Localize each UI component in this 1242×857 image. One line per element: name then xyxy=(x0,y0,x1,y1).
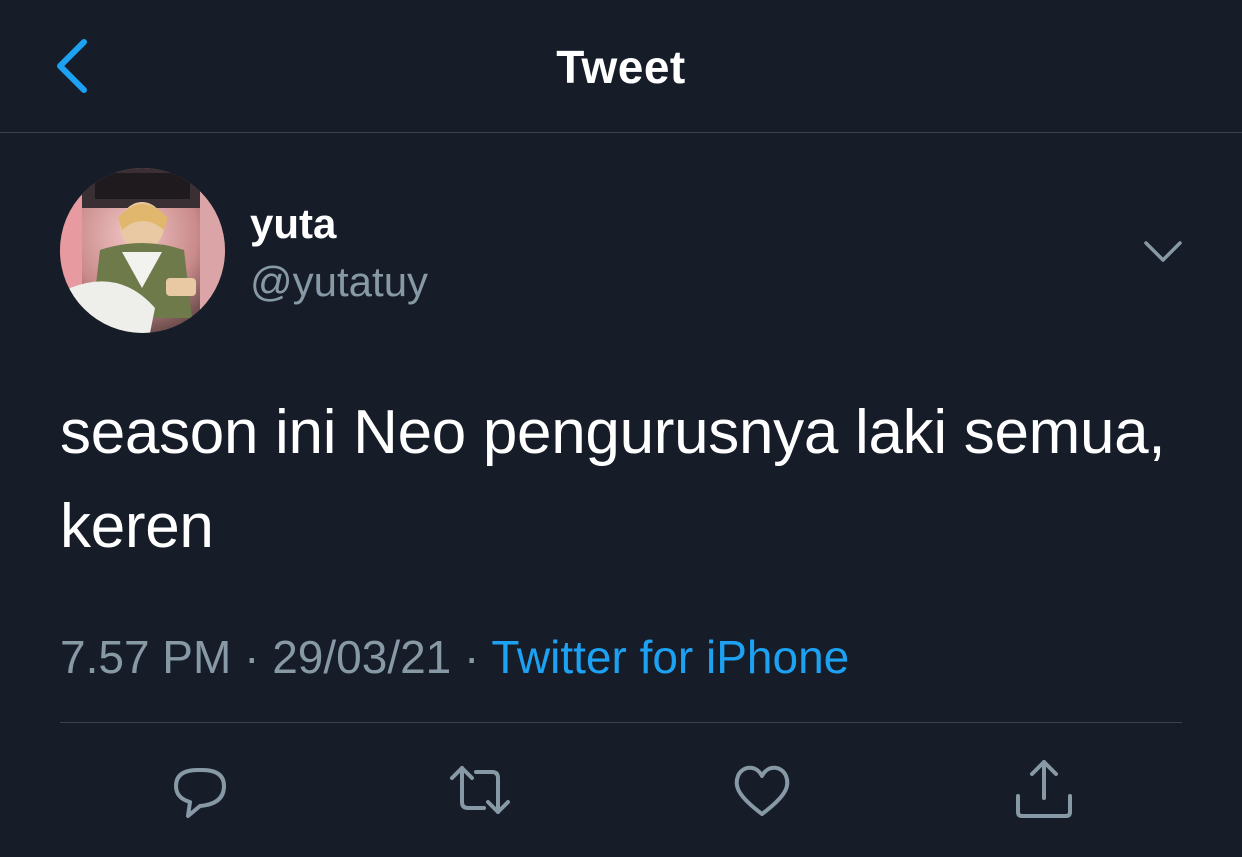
more-options-button[interactable] xyxy=(1140,234,1186,268)
page-title: Tweet xyxy=(556,41,686,93)
tweet-source-link[interactable]: Twitter for iPhone xyxy=(491,631,849,683)
author-display-name[interactable]: yuta xyxy=(250,200,336,248)
author-handle[interactable]: @yutatuy xyxy=(250,258,428,306)
tweet-text: season ini Neo pengurusnya laki semua, k… xyxy=(60,398,1166,561)
meta-separator: · xyxy=(464,631,480,683)
share-icon xyxy=(1016,760,1072,818)
tweet-time: 7.57 PM xyxy=(60,631,232,683)
retweet-button[interactable] xyxy=(448,758,512,822)
navigation-bar: Tweet xyxy=(0,0,1242,133)
reply-button[interactable] xyxy=(168,758,232,822)
avatar[interactable] xyxy=(60,168,225,333)
chevron-down-icon xyxy=(1144,241,1182,262)
like-button[interactable] xyxy=(730,758,794,822)
tweet-metadata: 7.57 PM · 29/03/21 · Twitter for iPhone xyxy=(60,630,849,684)
divider xyxy=(60,722,1182,723)
avatar-photo xyxy=(60,168,225,333)
heart-icon xyxy=(734,765,790,816)
reply-icon xyxy=(174,768,226,818)
retweet-icon xyxy=(450,766,510,814)
meta-separator: · xyxy=(244,631,260,683)
tweet-detail-screen: Tweet yuta @yutatuy season ini Neo pengu… xyxy=(0,0,1242,857)
share-button[interactable] xyxy=(1012,758,1076,822)
tweet-date: 29/03/21 xyxy=(272,631,452,683)
